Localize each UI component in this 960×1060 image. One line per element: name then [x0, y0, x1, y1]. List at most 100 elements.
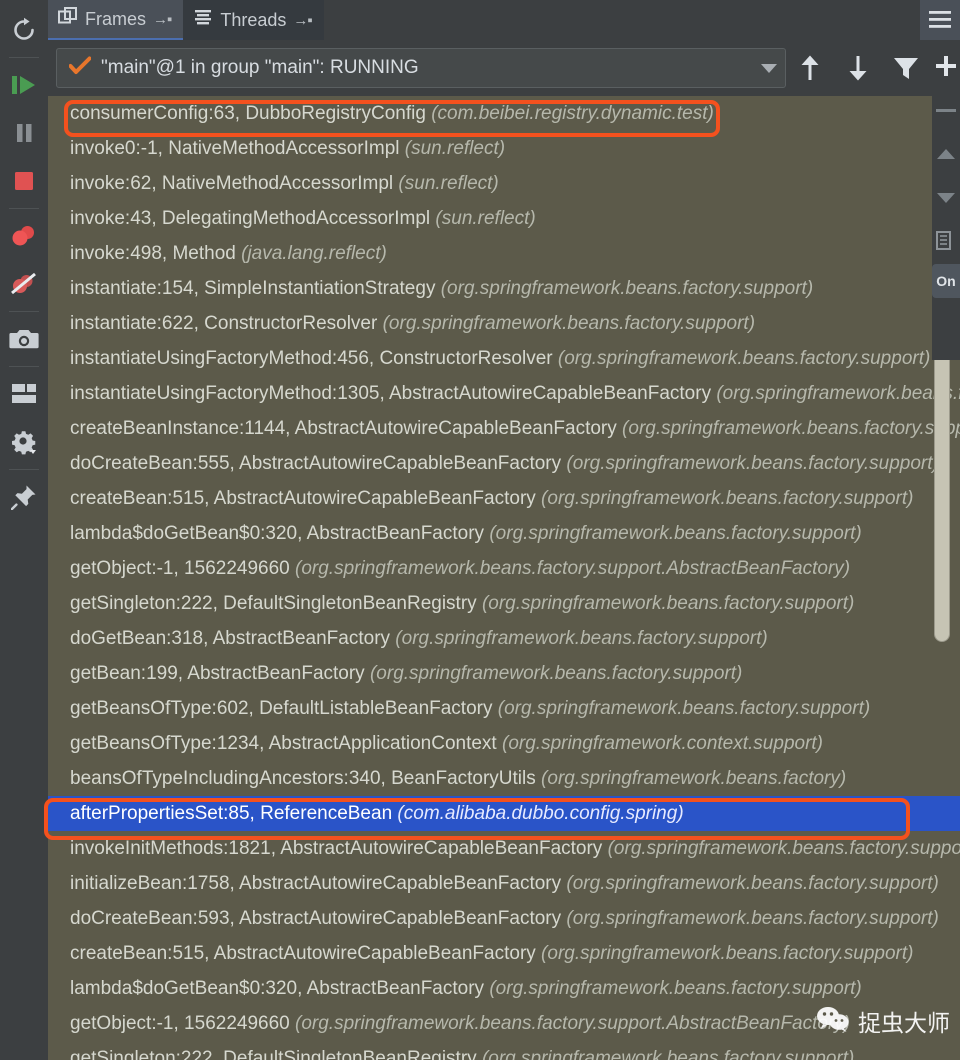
frame-row[interactable]: invoke:62, NativeMethodAccessorImpl (sun… [48, 166, 960, 201]
arrow-down-small-icon[interactable] [932, 176, 960, 220]
frame-method: getObject:-1, 1562249660 [70, 1013, 290, 1034]
toolbar-divider [9, 208, 39, 209]
frame-row[interactable]: doCreateBean:593, AbstractAutowireCapabl… [48, 901, 960, 936]
frame-package: (org.springframework.beans.factory.suppo… [435, 278, 814, 299]
frame-method: getSingleton:222, DefaultSingletonBeanRe… [70, 1048, 477, 1060]
frame-row[interactable]: lambda$doGetBean$0:320, AbstractBeanFact… [48, 971, 960, 1006]
frames-list-rows: consumerConfig:63, DubboRegistryConfig (… [48, 96, 960, 1060]
tab-frames-detach-icon[interactable]: →▪ [153, 11, 172, 28]
frame-package: (org.springframework.beans.factory.suppo… [492, 698, 871, 719]
frame-method: invoke:498, Method [70, 243, 236, 264]
chevron-down-icon[interactable] [761, 63, 777, 73]
frame-method: lambda$doGetBean$0:320, AbstractBeanFact… [70, 523, 485, 544]
frame-method: createBean:515, AbstractAutowireCapableB… [70, 488, 536, 509]
mute-breakpoints-icon[interactable] [2, 260, 46, 308]
arrow-up-small-icon[interactable] [932, 132, 960, 176]
rerun-icon[interactable] [2, 6, 46, 54]
frame-row[interactable]: beansOfTypeIncludingAncestors:340, BeanF… [48, 761, 960, 796]
frame-row[interactable]: getObject:-1, 1562249660 (org.springfram… [48, 551, 960, 586]
frame-method: createBeanInstance:1144, AbstractAutowir… [70, 418, 617, 439]
frame-package: (org.springframework.beans.factory.suppo… [716, 383, 960, 404]
frame-row[interactable]: invoke0:-1, NativeMethodAccessorImpl (su… [48, 131, 960, 166]
frame-method: instantiateUsingFactoryMethod:1305, Abst… [70, 383, 712, 404]
pause-program-icon[interactable] [2, 109, 46, 157]
stop-icon[interactable] [2, 157, 46, 205]
frame-row[interactable]: instantiateUsingFactoryMethod:456, Const… [48, 341, 960, 376]
frame-row[interactable]: invoke:498, Method (java.lang.reflect) [48, 236, 960, 271]
frame-row[interactable]: initializeBean:1758, AbstractAutowireCap… [48, 866, 960, 901]
tab-threads[interactable]: Threads →▪ [183, 0, 324, 40]
frame-row[interactable]: createBeanInstance:1144, AbstractAutowir… [48, 411, 960, 446]
frame-row[interactable]: instantiateUsingFactoryMethod:1305, Abst… [48, 376, 960, 411]
frames-list[interactable]: consumerConfig:63, DubboRegistryConfig (… [48, 96, 960, 1060]
copy-document-icon[interactable] [932, 220, 960, 264]
frame-package: (org.springframework.beans.factory.suppo… [364, 663, 743, 684]
frame-method: beansOfTypeIncludingAncestors:340, BeanF… [70, 768, 536, 789]
frame-row[interactable]: createBean:515, AbstractAutowireCapableB… [48, 481, 960, 516]
debugger-left-toolbar [0, 0, 48, 1060]
frame-row[interactable]: getBeansOfType:1234, AbstractApplication… [48, 726, 960, 761]
frame-row[interactable]: getObject:-1, 1562249660 (org.springfram… [48, 1006, 960, 1041]
frame-row[interactable]: invoke:43, DelegatingMethodAccessorImpl … [48, 201, 960, 236]
frame-package: (org.springframework.beans.factory.suppo… [561, 908, 939, 929]
green-check-icon [68, 56, 92, 81]
frame-package: (org.springframework.beans.factory.suppo… [476, 1048, 855, 1060]
frame-row[interactable]: getSingleton:222, DefaultSingletonBeanRe… [48, 1041, 960, 1060]
frame-package: (org.springframework.beans.factory.suppo… [561, 453, 939, 474]
frame-package: (org.springframework.beans.factory.suppo… [552, 348, 931, 369]
frame-package: (com.beibei.registry.dynamic.test) [425, 103, 714, 124]
frame-method: afterPropertiesSet:85, ReferenceBean [70, 803, 393, 824]
tabstrip-spacer [323, 0, 920, 40]
debugger-panel: Frames →▪ Threads →▪ "main"@1 in group "… [0, 0, 960, 1060]
frame-package: (sun.reflect) [393, 173, 499, 194]
frame-method: doCreateBean:593, AbstractAutowireCapabl… [70, 908, 562, 929]
frame-row[interactable]: invokeInitMethods:1821, AbstractAutowire… [48, 831, 960, 866]
frame-method: doCreateBean:555, AbstractAutowireCapabl… [70, 453, 562, 474]
arrow-up-icon[interactable] [786, 44, 834, 92]
resume-program-icon[interactable] [2, 61, 46, 109]
thread-select[interactable]: "main"@1 in group "main": RUNNING [56, 48, 786, 88]
frame-method: instantiateUsingFactoryMethod:456, Const… [70, 348, 553, 369]
hamburger-menu-icon[interactable] [920, 0, 960, 40]
frame-row[interactable]: instantiate:154, SimpleInstantiationStra… [48, 271, 960, 306]
gear-icon[interactable] [2, 418, 46, 466]
view-breakpoints-icon[interactable] [2, 212, 46, 260]
frame-package: (java.lang.reflect) [235, 243, 387, 264]
frame-row[interactable]: doGetBean:318, AbstractBeanFactory (org.… [48, 621, 960, 656]
frame-row[interactable]: getSingleton:222, DefaultSingletonBeanRe… [48, 586, 960, 621]
frame-row[interactable]: getBean:199, AbstractBeanFactory (org.sp… [48, 656, 960, 691]
frame-row[interactable]: doCreateBean:555, AbstractAutowireCapabl… [48, 446, 960, 481]
frame-package: (org.springframework.beans.factory.suppo… [289, 558, 851, 579]
filter-icon[interactable] [882, 44, 930, 92]
toolbar-divider [9, 311, 39, 312]
frame-method: getBeansOfType:1234, AbstractApplication… [70, 733, 497, 754]
layout-icon[interactable] [2, 370, 46, 418]
frame-row[interactable]: createBean:515, AbstractAutowireCapableB… [48, 936, 960, 971]
pin-icon[interactable] [2, 473, 46, 521]
frame-row[interactable]: consumerConfig:63, DubboRegistryConfig (… [48, 96, 960, 131]
frame-method: lambda$doGetBean$0:320, AbstractBeanFact… [70, 978, 485, 999]
watches-right-toolbar: On [932, 40, 960, 360]
watches-on-toggle[interactable]: On [932, 264, 960, 298]
frame-row[interactable]: afterPropertiesSet:85, ReferenceBean (co… [48, 796, 960, 831]
frame-method: doGetBean:318, AbstractBeanFactory [70, 628, 391, 649]
arrow-down-icon[interactable] [834, 44, 882, 92]
frame-method: invoke:43, DelegatingMethodAccessorImpl [70, 208, 431, 229]
minus-icon[interactable] [932, 88, 960, 132]
tab-threads-label: Threads [220, 9, 287, 30]
frame-package: (org.springframework.context.support) [496, 733, 824, 754]
frame-method: instantiate:622, ConstructorResolver [70, 313, 378, 334]
toolbar-divider [9, 366, 39, 367]
frame-package: (org.springframework.beans.factory.suppo… [484, 523, 862, 544]
frame-method: invoke0:-1, NativeMethodAccessorImpl [70, 138, 400, 159]
tab-frames[interactable]: Frames →▪ [48, 0, 184, 40]
plus-icon[interactable] [932, 44, 960, 88]
frame-method: getObject:-1, 1562249660 [70, 558, 290, 579]
debugger-tabstrip: Frames →▪ Threads →▪ [48, 0, 960, 40]
frame-row[interactable]: instantiate:622, ConstructorResolver (or… [48, 306, 960, 341]
frame-row[interactable]: getBeansOfType:602, DefaultListableBeanF… [48, 691, 960, 726]
frame-row[interactable]: lambda$doGetBean$0:320, AbstractBeanFact… [48, 516, 960, 551]
tab-threads-detach-icon[interactable]: →▪ [293, 12, 312, 29]
threads-icon [193, 8, 213, 33]
camera-icon[interactable] [2, 315, 46, 363]
